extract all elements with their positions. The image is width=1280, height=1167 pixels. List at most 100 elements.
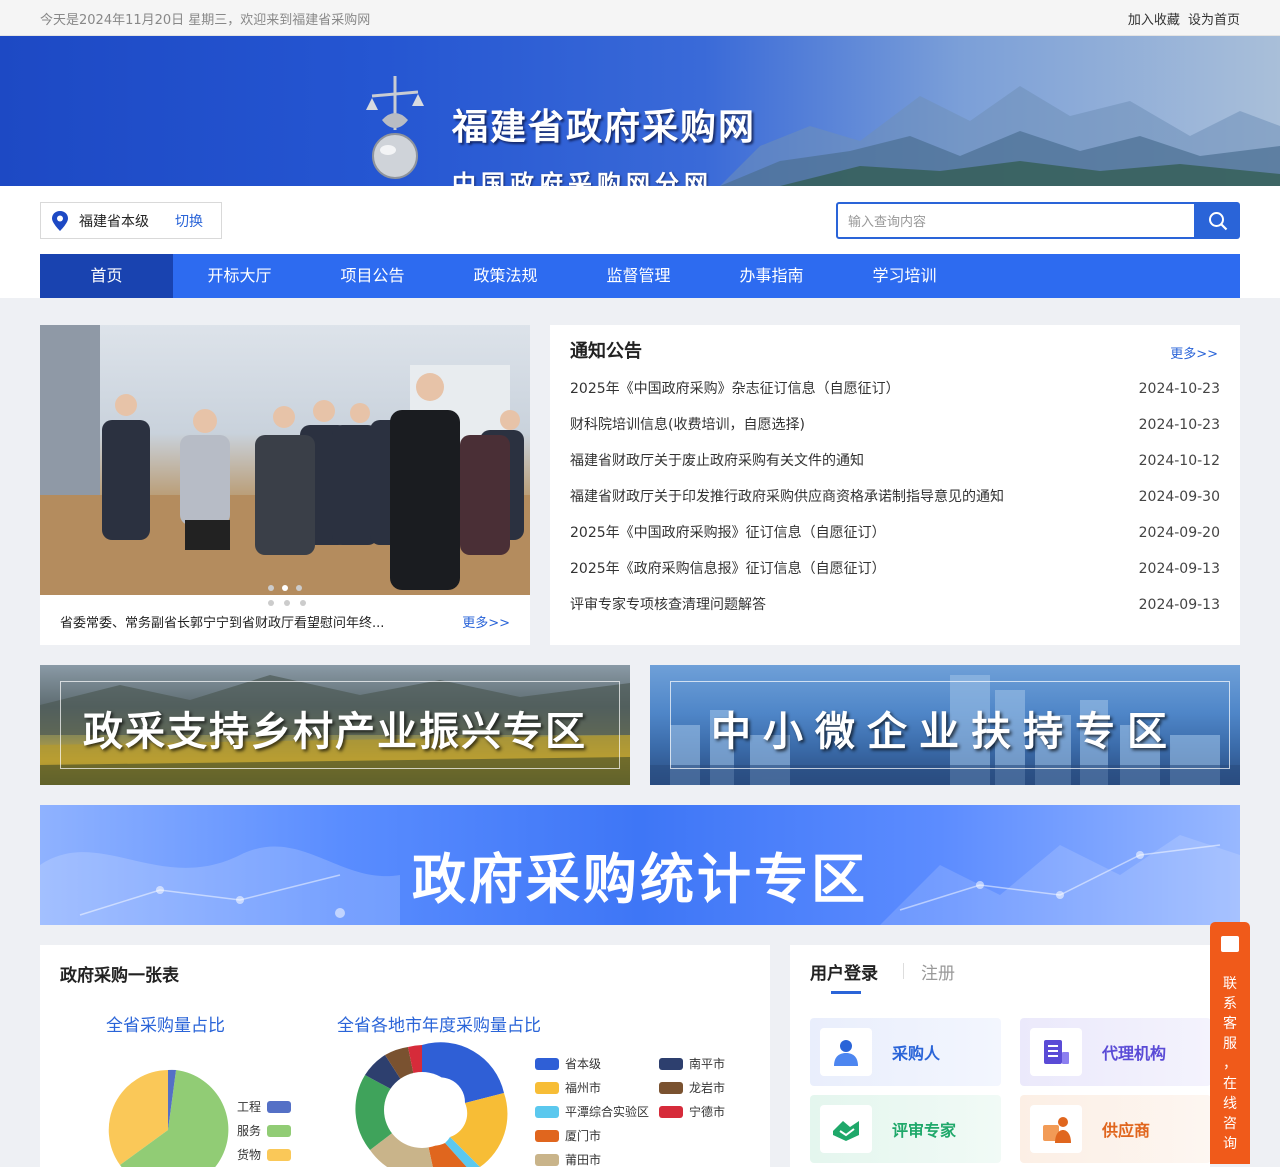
region-name: 福建省本级 xyxy=(79,213,149,230)
notice-title: 通知公告 xyxy=(570,341,642,362)
service-char: 线 xyxy=(1223,1096,1237,1112)
customer-service-float[interactable]: 联系客服 ， 在线咨询 xyxy=(1210,922,1250,1164)
nav-item-home[interactable]: 首页 xyxy=(40,254,173,298)
legend-label: 厦门市 xyxy=(565,1129,602,1143)
notice-item-title[interactable]: 2025年《政府采购信息报》征订信息（自愿征订） xyxy=(570,551,886,587)
legend-item-longyan: 龙岩市 xyxy=(659,1079,725,1096)
legend-item-ningde: 宁德市 xyxy=(659,1103,725,1120)
caption-dot[interactable] xyxy=(284,600,290,606)
notice-item[interactable]: 2025年《政府采购信息报》征订信息（自愿征订） 2024-09-13 xyxy=(570,551,1220,587)
caption-dots xyxy=(268,600,306,606)
news-photo[interactable] xyxy=(40,325,530,595)
top-bar: 今天是2024年11月20日 星期三，欢迎来到福建省采购网 加入收藏 设为首页 xyxy=(0,0,1280,36)
caption-dot[interactable] xyxy=(268,600,274,606)
service-char: 联 xyxy=(1223,976,1237,992)
news-slider: 省委常委、常务副省长郭宁宁到省财政厅看望慰问年终... 更多>> xyxy=(40,325,530,645)
notice-item[interactable]: 评审专家专项核查清理问题解答 2024-09-13 xyxy=(570,587,1220,623)
notice-more-link[interactable]: 更多>> xyxy=(1170,343,1218,362)
notice-item-title[interactable]: 评审专家专项核查清理问题解答 xyxy=(570,587,766,623)
role-card-expert[interactable]: 评审专家 xyxy=(810,1095,1001,1163)
legend-label: 莆田市 xyxy=(565,1153,602,1167)
role-label: 代理机构 xyxy=(1102,1044,1167,1063)
role-card-buyer[interactable]: 采购人 xyxy=(810,1018,1001,1086)
legend-label: 南平市 xyxy=(689,1057,726,1071)
legend-label: 宁德市 xyxy=(689,1105,726,1119)
legend-item-service: 服务 xyxy=(237,1122,292,1139)
legend-item-putian: 莆田市 xyxy=(535,1151,601,1167)
nav-item-announcements[interactable]: 项目公告 xyxy=(306,254,439,298)
customer-service-text: 联系客服 ， 在线咨询 xyxy=(1210,974,1250,1154)
search-icon xyxy=(1209,211,1228,230)
rural-banner-text: 政采支持乡村产业振兴专区 xyxy=(83,709,587,755)
news-more-link[interactable]: 更多>> xyxy=(462,612,510,631)
legend-item-pingtan: 平潭综合实验区 xyxy=(535,1103,649,1120)
procurement-emblem-icon xyxy=(366,76,424,179)
legend-swatch xyxy=(535,1057,559,1070)
statistics-banner[interactable]: 政府采购统计专区 xyxy=(40,805,1240,925)
role-card-agency[interactable]: 代理机构 xyxy=(1020,1018,1211,1086)
supplier-icon xyxy=(1030,1105,1082,1153)
rural-revitalization-banner[interactable]: 政采支持乡村产业振兴专区 xyxy=(40,665,630,785)
caption-dot[interactable] xyxy=(300,600,306,606)
nav-item-bid-hall[interactable]: 开标大厅 xyxy=(173,254,306,298)
notice-item[interactable]: 2025年《中国政府采购报》征订信息（自愿征订） 2024-09-20 xyxy=(570,515,1220,551)
tab-separator xyxy=(903,963,904,979)
tab-register[interactable]: 注册 xyxy=(921,959,955,984)
chat-icon xyxy=(1221,936,1239,952)
tab-user-login[interactable]: 用户登录 xyxy=(810,959,878,984)
service-char: 咨 xyxy=(1223,1116,1237,1132)
legend-swatch xyxy=(535,1129,559,1142)
notice-list: 2025年《中国政府采购》杂志征订信息（自愿征订） 2024-10-23 财科院培… xyxy=(570,371,1220,623)
legend-label: 省本级 xyxy=(565,1057,602,1071)
notice-item-date: 2024-09-13 xyxy=(1138,597,1220,613)
search-bar: 输入查询内容 xyxy=(836,202,1240,239)
search-button[interactable] xyxy=(1196,202,1240,239)
nav-item-training[interactable]: 学习培训 xyxy=(838,254,971,298)
notice-item-title[interactable]: 福建省财政厅关于废止政府采购有关文件的通知 xyxy=(570,443,864,479)
search-input[interactable]: 输入查询内容 xyxy=(836,202,1196,239)
add-favorite-link[interactable]: 加入收藏 xyxy=(1128,13,1180,28)
procurement-table-panel: 政府采购一张表 全省采购量占比 全省各地市年度采购量占比 工程 服务 货物 省本… xyxy=(40,945,770,1167)
statistics-banner-text: 政府采购统计专区 xyxy=(412,848,868,911)
legend-swatch xyxy=(267,1124,292,1137)
slider-dots xyxy=(40,585,530,591)
news-photo-people xyxy=(40,325,530,595)
notice-item-date: 2024-10-23 xyxy=(1138,381,1220,397)
news-caption[interactable]: 省委常委、常务副省长郭宁宁到省财政厅看望慰问年终... xyxy=(60,612,384,631)
legend-swatch xyxy=(535,1081,559,1094)
legend-label: 福州市 xyxy=(565,1081,602,1095)
legend-swatch xyxy=(659,1105,683,1118)
legend-swatch xyxy=(267,1148,292,1161)
slider-dot-active[interactable] xyxy=(282,585,288,591)
chart2-donut xyxy=(355,1042,508,1167)
notice-item[interactable]: 福建省财政厅关于废止政府采购有关文件的通知 2024-10-12 xyxy=(570,443,1220,479)
notice-item[interactable]: 财科院培训信息(收费培训，自愿选择) 2024-10-23 xyxy=(570,407,1220,443)
region-switch-link[interactable]: 切换 xyxy=(175,211,203,231)
notice-item-date: 2024-10-23 xyxy=(1138,417,1220,433)
site-banner: 福建省政府采购网 中国政府采购网分网 xyxy=(0,36,1280,186)
notice-item-title[interactable]: 2025年《中国政府采购报》征订信息（自愿征订） xyxy=(570,515,886,551)
role-label: 供应商 xyxy=(1102,1121,1151,1140)
expert-icon xyxy=(820,1105,872,1153)
agency-icon xyxy=(1030,1028,1082,1076)
slider-dot[interactable] xyxy=(296,585,302,591)
legend-label: 龙岩市 xyxy=(689,1081,726,1095)
notice-item-title[interactable]: 财科院培训信息(收费培训，自愿选择) xyxy=(570,407,805,443)
notice-item-title[interactable]: 2025年《中国政府采购》杂志征订信息（自愿征订） xyxy=(570,371,900,407)
buyer-icon xyxy=(820,1028,872,1076)
nav-item-supervision[interactable]: 监督管理 xyxy=(572,254,705,298)
notice-item-title[interactable]: 福建省财政厅关于印发推行政府采购供应商资格承诺制指导意见的通知 xyxy=(570,479,1004,515)
nav-item-policies[interactable]: 政策法规 xyxy=(439,254,572,298)
set-homepage-link[interactable]: 设为首页 xyxy=(1188,13,1240,28)
chart1-pie xyxy=(108,1069,229,1167)
service-char: ， xyxy=(1223,1056,1237,1072)
nav-item-guide[interactable]: 办事指南 xyxy=(705,254,838,298)
legend-swatch xyxy=(267,1100,292,1113)
notice-item[interactable]: 福建省财政厅关于印发推行政府采购供应商资格承诺制指导意见的通知 2024-09-3… xyxy=(570,479,1220,515)
sme-support-banner[interactable]: 中小微企业扶持专区 xyxy=(650,665,1240,785)
slider-dot[interactable] xyxy=(268,585,274,591)
notice-item[interactable]: 2025年《中国政府采购》杂志征订信息（自愿征订） 2024-10-23 xyxy=(570,371,1220,407)
notice-item-date: 2024-09-13 xyxy=(1138,561,1220,577)
role-card-supplier[interactable]: 供应商 xyxy=(1020,1095,1211,1163)
sme-banner-text: 中小微企业扶持专区 xyxy=(711,709,1179,755)
